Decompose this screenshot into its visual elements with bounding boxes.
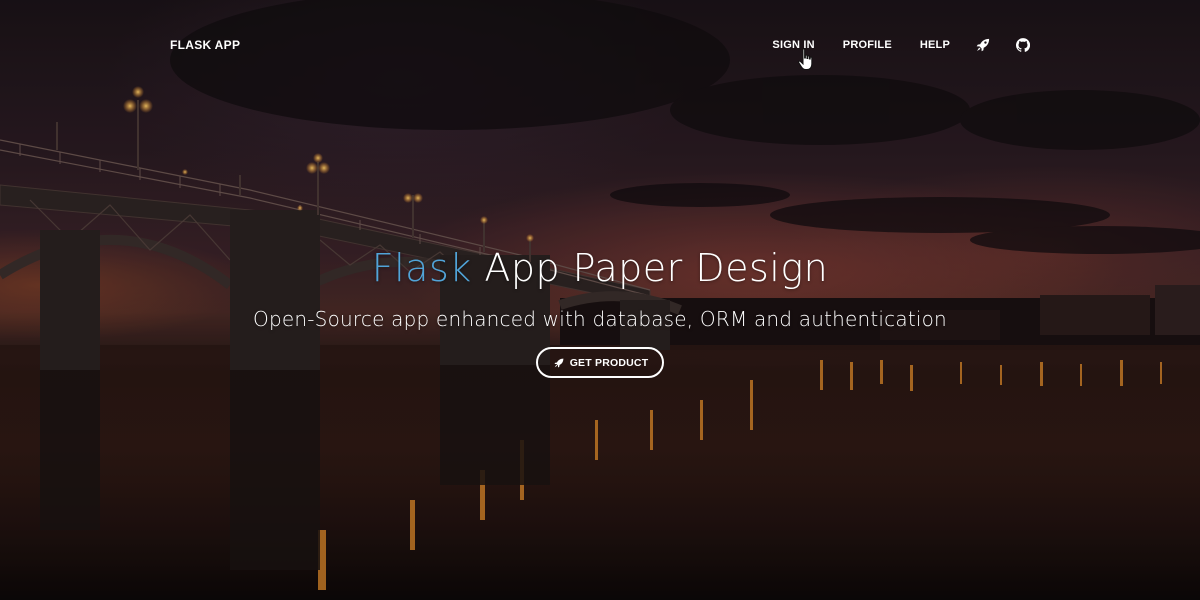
nav-menu: SIGN IN PROFILE HELP (744, 38, 1030, 52)
hero-title-accent: Flask (371, 246, 472, 290)
brand-link[interactable]: FLASK APP (170, 38, 240, 52)
rocket-icon (554, 358, 564, 368)
nav-help[interactable]: HELP (920, 38, 950, 52)
nav-profile[interactable]: PROFILE (843, 38, 892, 52)
hero-title-rest: App Paper Design (471, 246, 829, 290)
get-product-button[interactable]: GET PRODUCT (535, 347, 665, 378)
get-product-label: GET PRODUCT (569, 356, 649, 369)
hero-subtitle: Open-Source app enhanced with database, … (253, 307, 947, 331)
hero-title: Flask App Paper Design (0, 240, 1200, 296)
hero-section: Flask App Paper Design Open-Source app e… (0, 240, 1200, 378)
page: FLASK APP SIGN IN PROFILE HELP Flask App… (0, 0, 1200, 600)
github-icon[interactable] (1016, 38, 1030, 52)
navbar: FLASK APP SIGN IN PROFILE HELP (0, 0, 1200, 90)
hand-cursor-icon (798, 48, 813, 70)
rocket-icon[interactable] (976, 38, 990, 52)
